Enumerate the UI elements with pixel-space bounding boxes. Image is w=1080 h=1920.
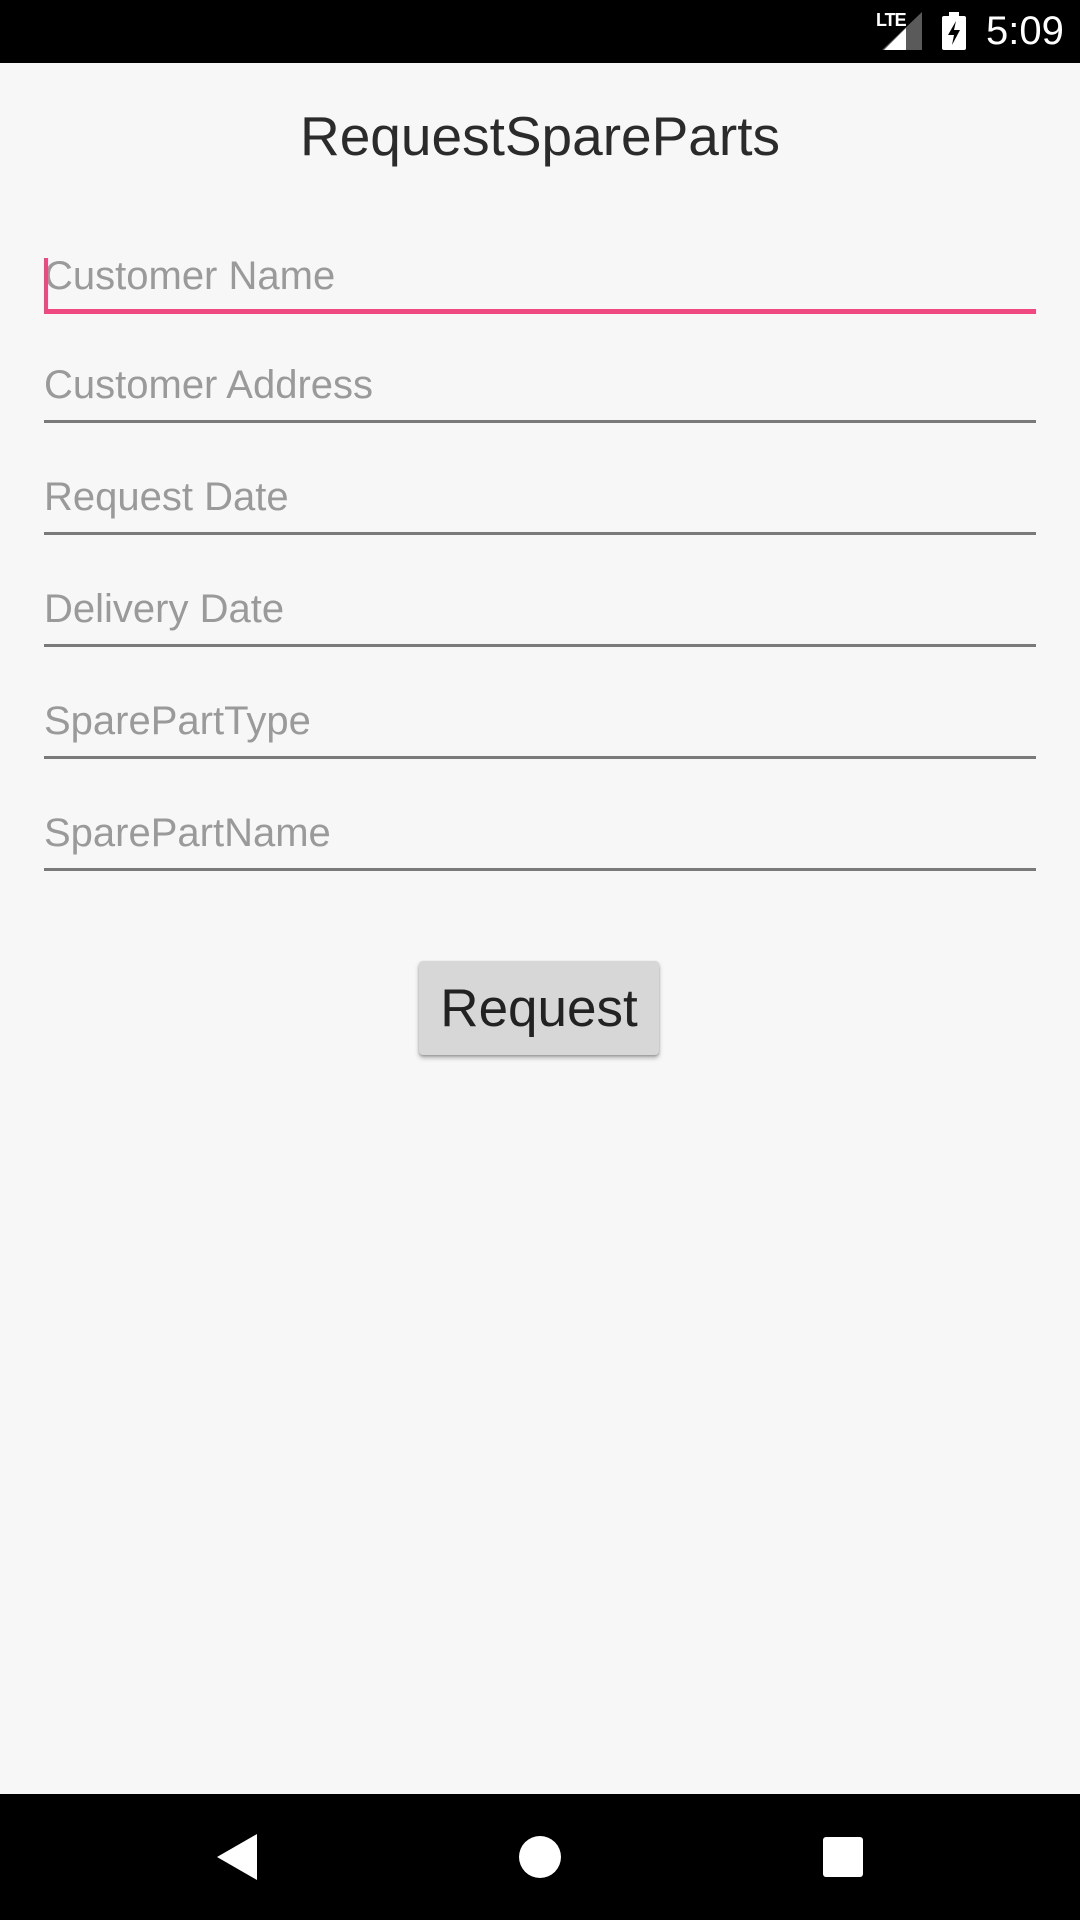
customer-address-input[interactable] [44,351,1036,419]
status-bar: LTE 5:09 [0,0,1080,63]
delivery-date-field[interactable] [44,575,1036,647]
signal-icon [882,12,922,50]
navigation-bar [0,1794,1080,1920]
spare-part-type-input[interactable] [44,687,1036,755]
recents-icon[interactable] [810,1824,876,1890]
customer-name-field[interactable] [44,242,1036,314]
delivery-date-input[interactable] [44,575,1036,643]
spare-part-name-field[interactable] [44,799,1036,871]
field-underline [44,420,1036,423]
customer-name-input[interactable] [44,242,1036,310]
home-icon[interactable] [507,1824,573,1890]
field-underline [44,644,1036,647]
text-cursor [44,258,48,314]
field-underline [44,309,1036,314]
spare-part-type-field[interactable] [44,687,1036,759]
back-icon[interactable] [204,1824,270,1890]
request-button[interactable]: Request [419,961,659,1055]
battery-charging-icon [942,12,966,50]
field-underline [44,756,1036,759]
request-date-field[interactable] [44,463,1036,535]
request-date-input[interactable] [44,463,1036,531]
screen: LTE 5:09 RequestSpareParts Customer Name… [0,0,1080,1920]
spare-part-name-input[interactable] [44,799,1036,867]
status-time: 5:09 [986,9,1064,53]
customer-address-field[interactable] [44,351,1036,423]
field-underline [44,868,1036,871]
field-underline [44,532,1036,535]
page-title: RequestSpareParts [300,105,780,167]
